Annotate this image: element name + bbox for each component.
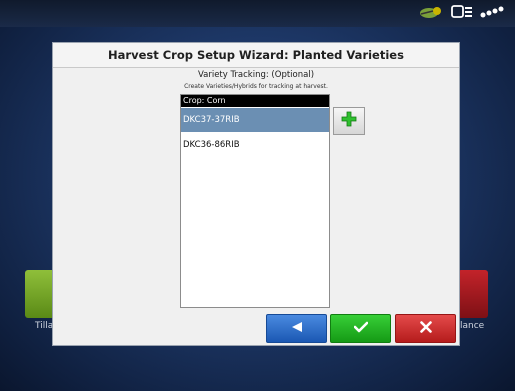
guidance-tile-label: lance bbox=[460, 321, 485, 331]
wizard-dialog: Harvest Crop Setup Wizard: Planted Varie… bbox=[52, 42, 460, 346]
ok-button[interactable] bbox=[330, 314, 391, 343]
checkmark-icon bbox=[353, 321, 368, 337]
back-button[interactable] bbox=[266, 314, 327, 343]
display-icon bbox=[451, 4, 473, 23]
add-variety-button[interactable] bbox=[333, 107, 365, 135]
list-item[interactable]: DKC37-37RIB bbox=[181, 108, 329, 132]
guidance-tile bbox=[458, 270, 488, 318]
x-icon bbox=[419, 320, 432, 337]
left-arrow-icon bbox=[290, 321, 304, 337]
cancel-button[interactable] bbox=[395, 314, 456, 343]
list-item[interactable]: DKC36-86RIB bbox=[181, 133, 329, 157]
tillage-tile-label: Tilla bbox=[35, 321, 54, 331]
status-icons bbox=[419, 4, 507, 23]
dialog-hint: Create Varieties/Hybrids for tracking at… bbox=[184, 83, 328, 90]
plus-icon bbox=[341, 111, 357, 131]
gps-signal-icon bbox=[479, 4, 507, 23]
dialog-title: Harvest Crop Setup Wizard: Planted Varie… bbox=[53, 43, 459, 68]
varieties-list[interactable]: Crop: Corn DKC37-37RIB DKC36-86RIB bbox=[180, 94, 330, 308]
list-header: Crop: Corn bbox=[181, 95, 329, 107]
dialog-subtitle: Variety Tracking: (Optional) bbox=[197, 70, 315, 80]
guidance-icon bbox=[419, 4, 445, 23]
status-bar bbox=[0, 0, 515, 27]
